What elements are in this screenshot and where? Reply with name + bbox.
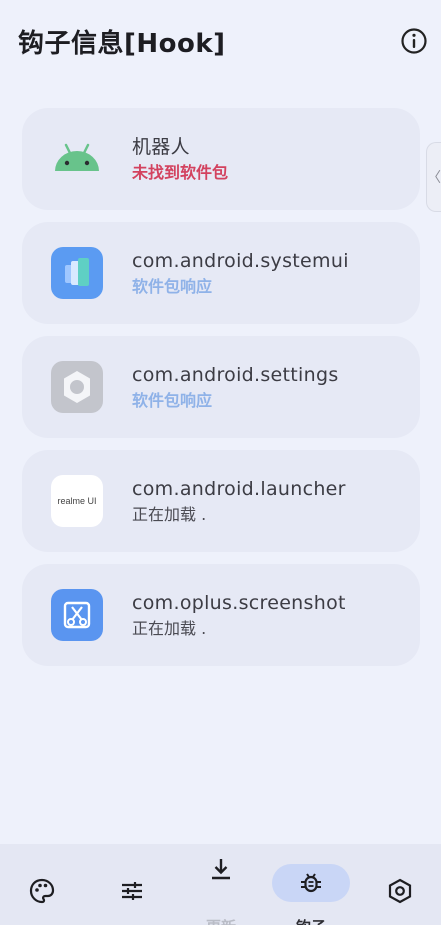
app-name: com.android.systemui	[132, 250, 349, 272]
sliders-icon	[117, 876, 147, 906]
android-robot-icon	[51, 133, 103, 185]
hook-app-list: 机器人 未找到软件包 com.android.systemui 软件包响应 co…	[22, 108, 420, 678]
nav-theme[interactable]	[12, 844, 72, 925]
chevron-left-icon: 〈	[427, 170, 441, 186]
info-button[interactable]	[400, 27, 428, 55]
nav-settings[interactable]	[370, 844, 430, 925]
settings-icon	[51, 361, 103, 413]
bottom-navigation: 更新 钩子	[0, 844, 441, 925]
download-icon	[206, 854, 236, 884]
bug-icon	[296, 868, 326, 898]
side-drawer-handle[interactable]: 〈	[426, 142, 441, 212]
nav-hook-label: 钩子	[281, 916, 341, 925]
app-status: 软件包响应	[132, 277, 213, 296]
app-name: com.oplus.screenshot	[132, 592, 346, 614]
top-app-bar: 钩子信息[Hook]	[0, 0, 441, 82]
page-title: 钩子信息[Hook]	[18, 28, 226, 59]
app-card-systemui[interactable]: com.android.systemui 软件包响应	[22, 222, 420, 324]
realme-ui-icon: realme UI	[51, 475, 103, 527]
palette-icon	[27, 876, 57, 906]
nav-update-label: 更新	[191, 916, 251, 925]
app-status: 正在加载 .	[132, 505, 207, 524]
app-card-android[interactable]: 机器人 未找到软件包	[22, 108, 420, 210]
app-name: com.android.settings	[132, 364, 339, 386]
app-status: 正在加载 .	[132, 619, 207, 638]
nav-tweaks[interactable]	[102, 844, 162, 925]
app-card-settings[interactable]: com.android.settings 软件包响应	[22, 336, 420, 438]
hexagon-settings-icon	[385, 876, 415, 906]
app-status: 软件包响应	[132, 391, 213, 410]
nav-update[interactable]: 更新	[191, 844, 251, 925]
app-name: 机器人	[132, 136, 190, 158]
app-status: 未找到软件包	[132, 163, 229, 182]
screenshot-icon	[51, 589, 103, 641]
systemui-icon	[51, 247, 103, 299]
app-card-launcher[interactable]: realme UI com.android.launcher 正在加载 .	[22, 450, 420, 552]
info-icon	[401, 28, 427, 54]
app-card-screenshot[interactable]: com.oplus.screenshot 正在加载 .	[22, 564, 420, 666]
app-name: com.android.launcher	[132, 478, 346, 500]
nav-hook[interactable]: 钩子	[281, 844, 341, 925]
